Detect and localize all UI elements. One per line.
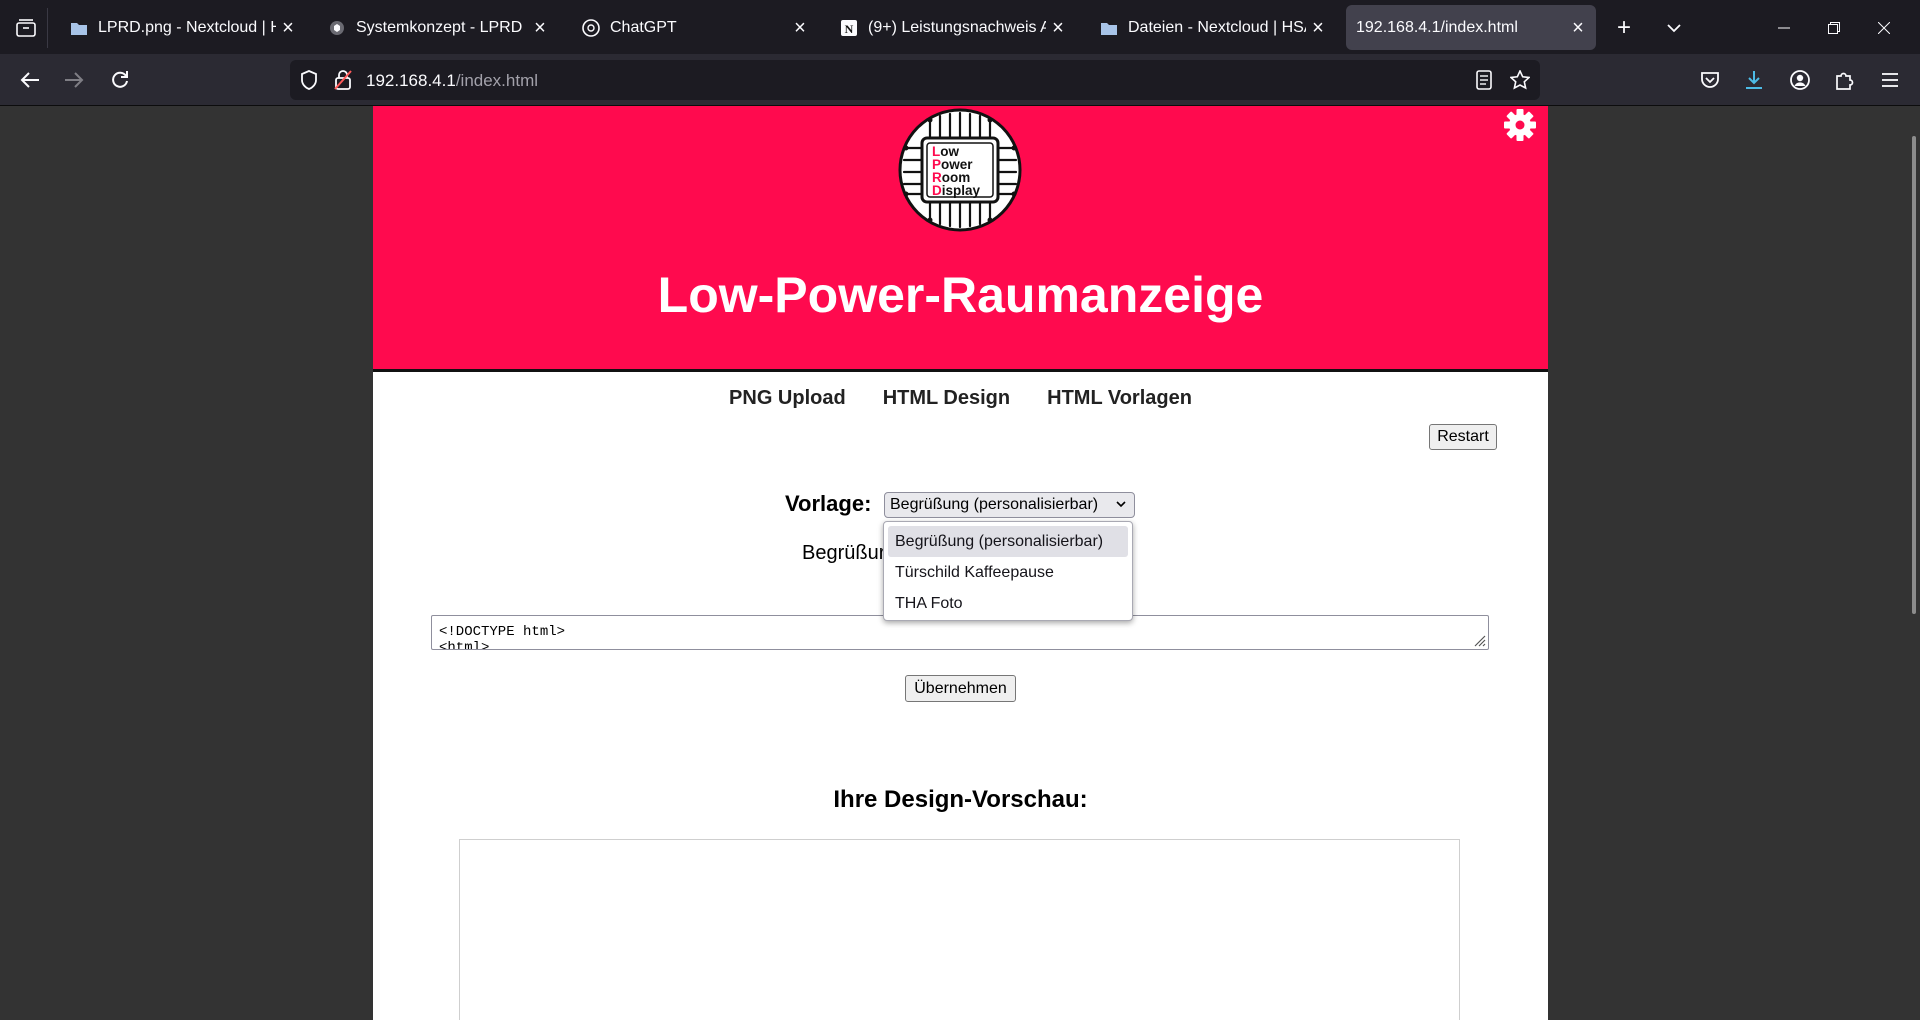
tab-title: ChatGPT (610, 18, 677, 36)
tab-chatgpt[interactable]: ChatGPT × (572, 5, 818, 50)
nav-html-templates[interactable]: HTML Vorlagen (1047, 387, 1192, 410)
reader-view-icon[interactable] (1476, 70, 1492, 90)
logo-initial: D (932, 183, 942, 198)
close-window-button[interactable] (1860, 8, 1908, 48)
template-dropdown-list: Begrüßung (personalisierbar) Türschild K… (883, 521, 1133, 621)
logo-line: isplay (942, 183, 981, 198)
template-select[interactable]: Begrüßung (personalisierbar) (884, 492, 1135, 518)
pocket-button[interactable] (1690, 60, 1730, 100)
preview-title: Ihre Design-Vorschau: (833, 786, 1088, 813)
url-host: 192.168.4.1 (366, 71, 456, 90)
main-nav: PNG Upload HTML Design HTML Vorlagen (373, 387, 1548, 410)
account-button[interactable] (1780, 60, 1820, 100)
arrow-left-icon (20, 72, 39, 88)
chevron-down-icon (1116, 501, 1126, 508)
tab-overview-button[interactable] (4, 8, 48, 48)
url-text[interactable]: 192.168.4.1/index.html (366, 71, 538, 91)
lprd-logo: L P R D ow ower oom isplay (898, 108, 1022, 232)
editor-line: <html> (439, 640, 490, 650)
arrow-right-icon (65, 72, 84, 88)
resize-grip-icon[interactable] (1472, 633, 1486, 647)
close-icon[interactable]: × (792, 18, 808, 38)
back-button[interactable] (10, 60, 50, 100)
tab-title: Systemkonzept - LPRD Docs (356, 18, 528, 36)
tab-bar: LPRD.png - Nextcloud | HSA × Systemkonze… (0, 0, 1920, 54)
hamburger-menu-icon (1882, 73, 1898, 87)
list-all-tabs-button[interactable] (1654, 8, 1694, 48)
tab-title: Dateien - Nextcloud | HSA (1128, 18, 1306, 36)
nav-html-design[interactable]: HTML Design (883, 387, 1010, 410)
template-label: Vorlage: (785, 491, 872, 516)
design-preview-frame (459, 839, 1460, 1020)
template-option[interactable]: Türschild Kaffeepause (888, 557, 1128, 588)
bookmark-star-icon[interactable] (1510, 70, 1530, 90)
close-icon (1878, 22, 1890, 34)
notion-icon: N (840, 19, 858, 37)
close-icon[interactable]: × (280, 18, 296, 38)
page-title: Low-Power-Raumanzeige (657, 267, 1264, 323)
tab-nextcloud-files[interactable]: Dateien - Nextcloud | HSA × (1090, 5, 1336, 50)
close-icon[interactable]: × (532, 18, 548, 38)
page-scrollbar[interactable] (1912, 136, 1916, 614)
downloads-button[interactable] (1734, 60, 1774, 100)
pocket-icon (1701, 72, 1719, 88)
tab-nextcloud-lprd[interactable]: LPRD.png - Nextcloud | HSA × (60, 5, 306, 50)
close-icon[interactable]: × (1570, 18, 1586, 38)
tab-title: 192.168.4.1/index.html (1356, 18, 1518, 36)
new-tab-button[interactable]: + (1604, 8, 1644, 48)
download-icon (1746, 71, 1762, 89)
apply-button[interactable]: Übernehmen (905, 675, 1016, 702)
folder-icon (1100, 19, 1118, 37)
docs-icon (328, 19, 346, 37)
app-menu-button[interactable] (1870, 60, 1910, 100)
tab-notion[interactable]: N (9+) Leistungsnachweis ABG × (830, 5, 1076, 50)
url-bar[interactable]: 192.168.4.1/index.html (290, 60, 1540, 100)
insecure-lock-icon[interactable] (334, 70, 352, 90)
folder-icon (70, 19, 88, 37)
url-path: /index.html (455, 71, 539, 90)
tab-title: LPRD.png - Nextcloud | HSA (98, 18, 276, 36)
template-select-value: Begrüßung (personalisierbar) (890, 496, 1099, 513)
chevron-down-icon (1667, 24, 1681, 33)
restart-button[interactable]: Restart (1429, 424, 1497, 450)
gear-icon[interactable] (1503, 108, 1537, 142)
puzzle-icon (1836, 72, 1854, 90)
chatgpt-icon (582, 18, 600, 37)
nav-png-upload[interactable]: PNG Upload (729, 387, 846, 410)
template-option[interactable]: Begrüßung (personalisierbar) (888, 526, 1128, 557)
close-icon[interactable]: × (1050, 18, 1066, 38)
tab-overview-icon (15, 19, 36, 37)
minimize-icon (1778, 27, 1790, 29)
greeting-label: Begrüßur (802, 542, 886, 564)
reload-icon (112, 71, 128, 88)
close-icon[interactable]: × (1310, 18, 1326, 38)
navigation-toolbar: 192.168.4.1/index.html (0, 54, 1920, 106)
template-option[interactable]: THA Foto (888, 588, 1128, 619)
shield-icon[interactable] (300, 70, 318, 90)
tab-active-index[interactable]: 192.168.4.1/index.html × (1346, 5, 1596, 50)
plus-icon: + (1616, 14, 1631, 41)
editor-line: <!DOCTYPE html> (439, 624, 566, 640)
extensions-button[interactable] (1824, 60, 1864, 100)
restore-icon (1828, 22, 1840, 34)
reload-button[interactable] (100, 60, 140, 100)
account-icon (1790, 70, 1810, 90)
site-header: L P R D ow ower oom isplay Low-Power-Rau… (373, 106, 1548, 372)
restore-button[interactable] (1810, 8, 1858, 48)
svg-text:N: N (845, 22, 854, 36)
forward-button[interactable] (54, 60, 94, 100)
tab-lprd-docs[interactable]: Systemkonzept - LPRD Docs × (318, 5, 558, 50)
tab-title: (9+) Leistungsnachweis ABG (868, 18, 1046, 36)
minimize-button[interactable] (1760, 8, 1808, 48)
